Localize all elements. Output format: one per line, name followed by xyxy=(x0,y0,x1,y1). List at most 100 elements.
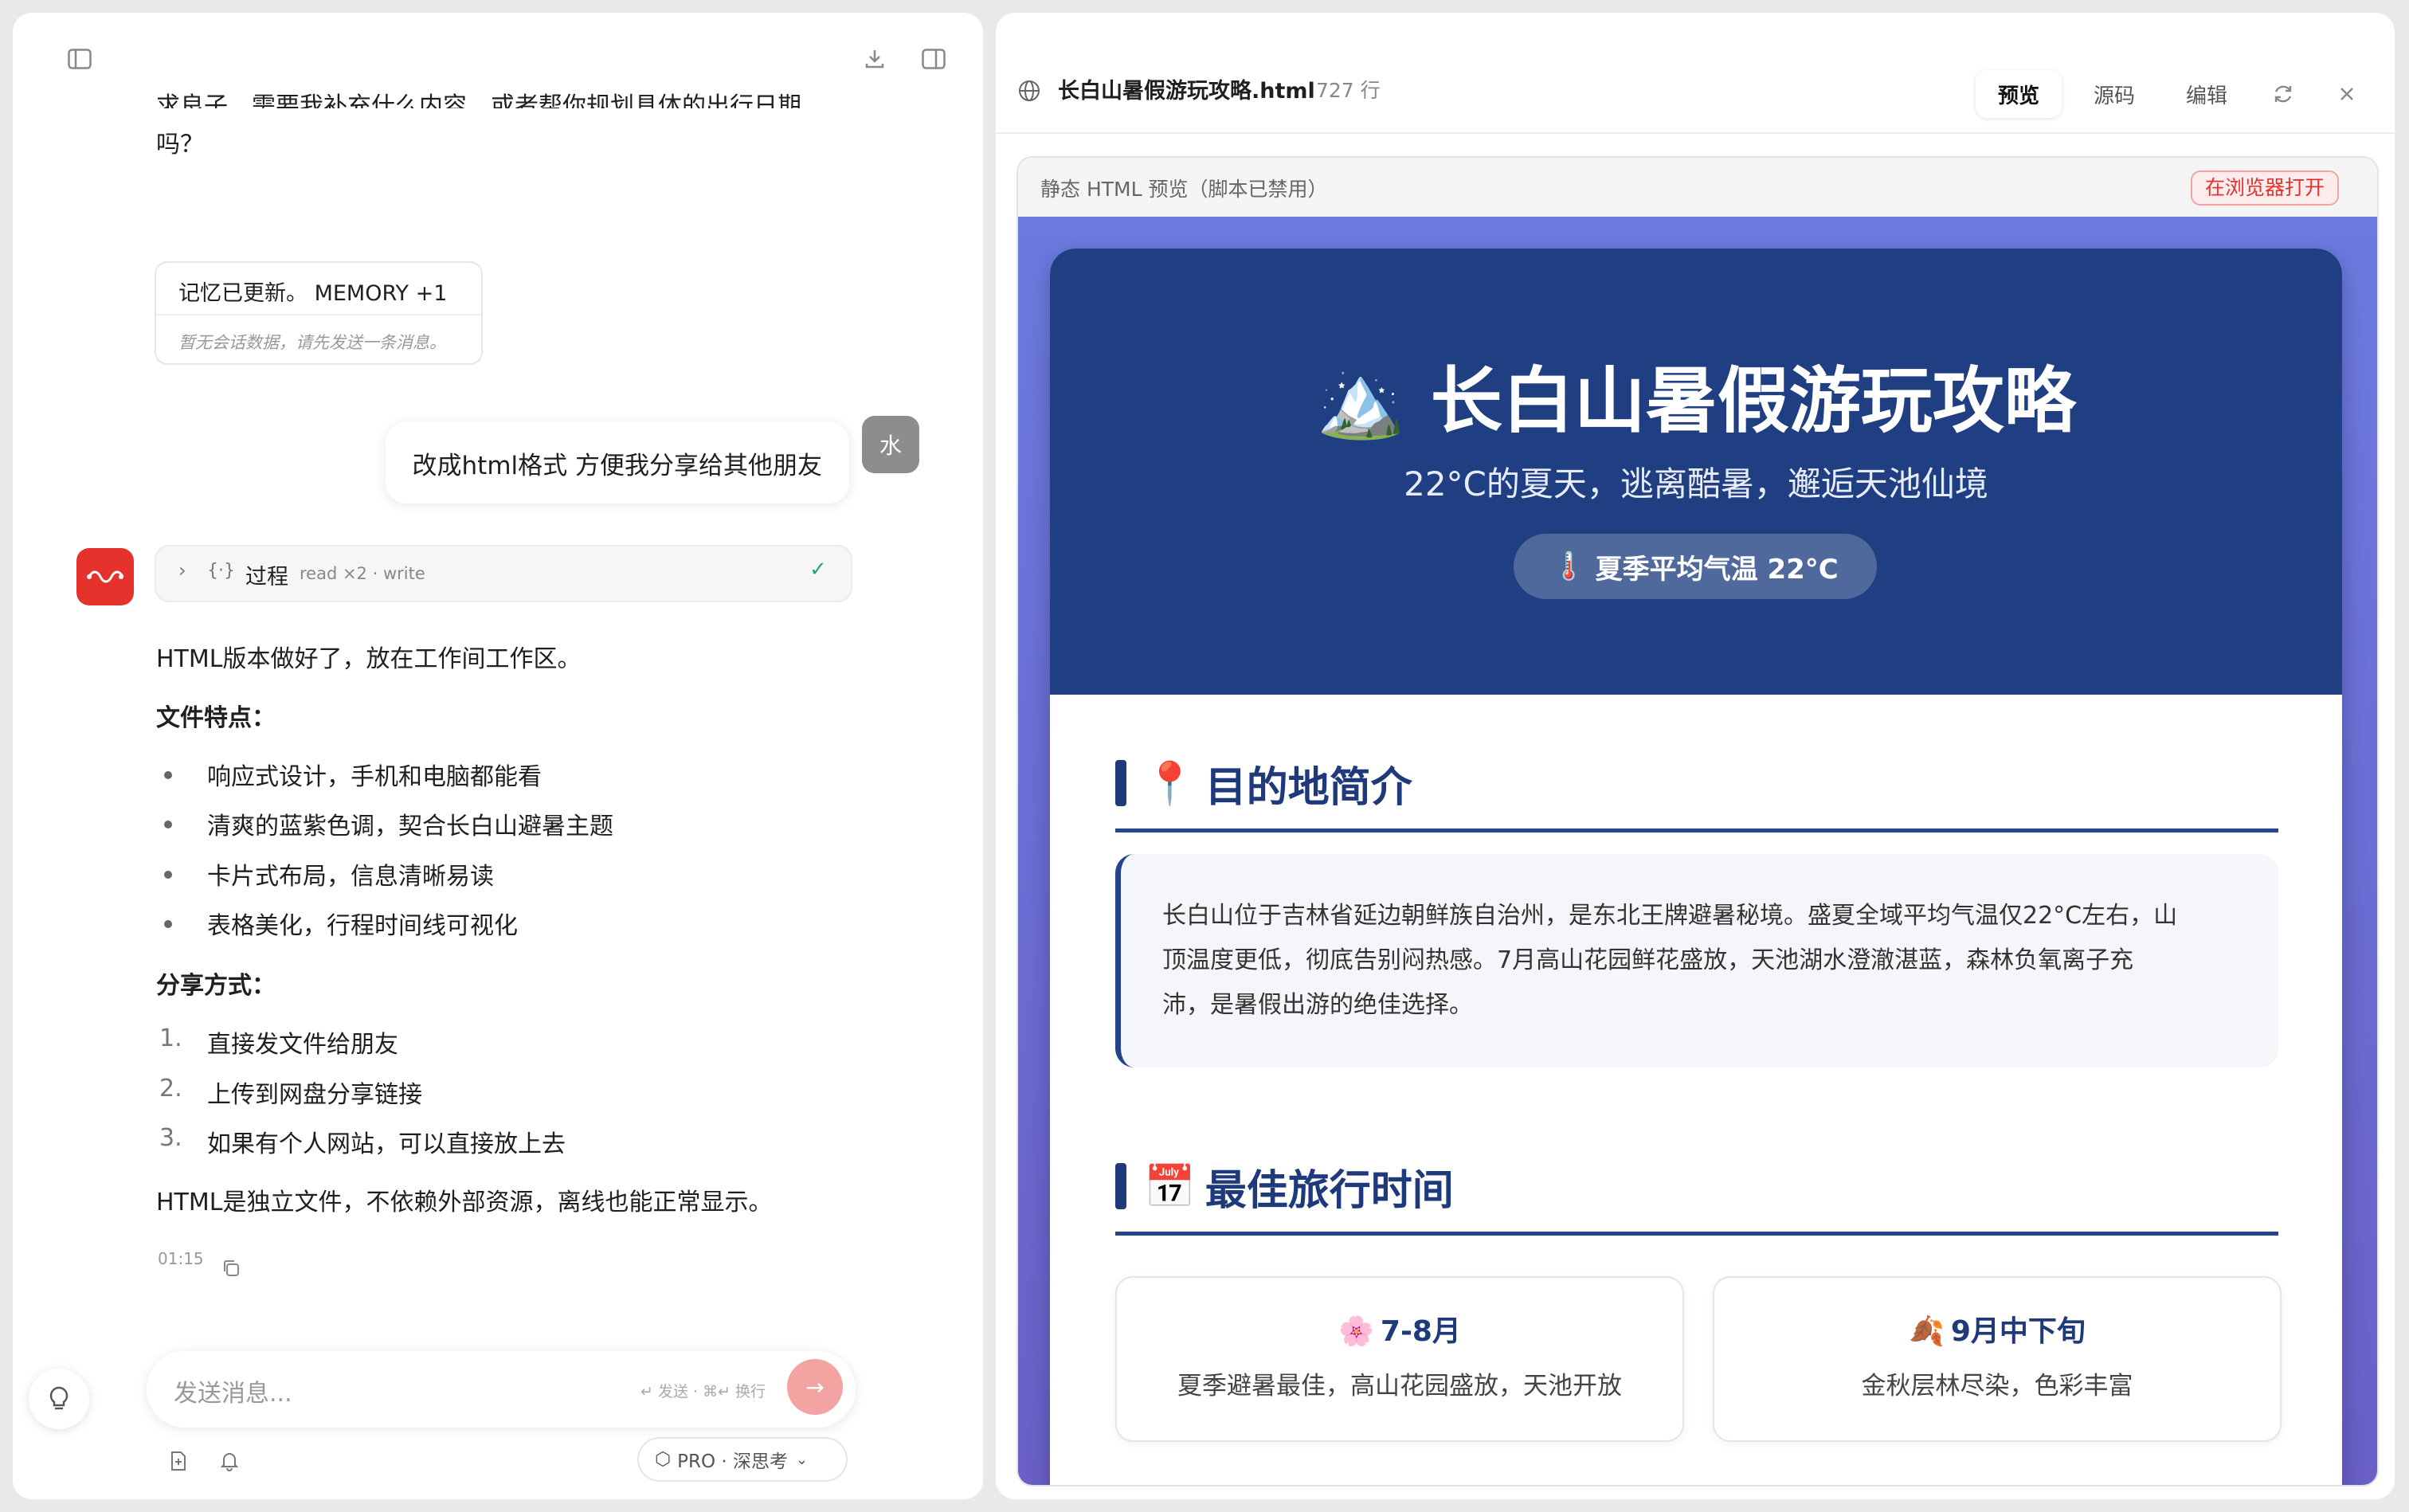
close-icon[interactable] xyxy=(2331,78,2363,110)
reply-outro: HTML是独立文件，不依赖外部资源，离线也能正常显示。 xyxy=(156,1189,773,1216)
time-card-title-text: 7-8月 xyxy=(1380,1315,1461,1348)
bell-icon[interactable] xyxy=(213,1445,245,1477)
lightbulb-icon[interactable] xyxy=(29,1369,89,1429)
tab-label: 编辑 xyxy=(2185,84,2227,108)
html-preview: 静态 HTML 预览（脚本已禁用） 在浏览器打开 🏔️ 长白山暑假游玩攻略 22… xyxy=(1016,156,2379,1487)
share-item: 上传到网盘分享链接 xyxy=(207,1081,422,1109)
chevron-right-icon: › xyxy=(178,559,186,582)
preview-toolbar: 静态 HTML 预览（脚本已禁用） 在浏览器打开 xyxy=(1018,158,2377,218)
share-title: 分享方式： xyxy=(156,972,276,1000)
tab-source[interactable]: 源码 xyxy=(2071,70,2157,118)
time-card: 🍂 9月中下旬 金秋层林尽染，色彩丰富 xyxy=(1713,1276,2282,1442)
reply-intro: HTML版本做好了，放在工作间工作区。 xyxy=(156,645,582,673)
hero-subtitle: 22°C的夏天，逃离酷暑，邂逅天池仙境 xyxy=(1404,464,1988,503)
section-title: 📅 最佳旅行时间 xyxy=(1144,1158,1454,1215)
temperature-badge: 🌡️ 夏季平均气温 22°C xyxy=(1514,534,1877,599)
copy-icon[interactable] xyxy=(215,1252,247,1284)
hero-banner: 🏔️ 长白山暑假游玩攻略 22°C的夏天，逃离酷暑，邂逅天池仙境 🌡️ 夏季平均… xyxy=(1050,249,2342,695)
section-marker xyxy=(1115,760,1126,806)
memory-subtext: 暂无会话数据，请先发送一条消息。 xyxy=(178,333,446,352)
bullet xyxy=(164,871,172,879)
chat-panel: 求良子，需要我补充什么内容，或者帮你规划具体的出行日期 吗？ 记忆已更新。 ME… xyxy=(13,13,983,1499)
mode-label: PRO · 深思考 xyxy=(677,1451,788,1472)
calendar-icon: 📅 xyxy=(1144,1162,1196,1211)
bullet xyxy=(164,821,172,828)
input-placeholder: 发送消息... xyxy=(174,1380,292,1408)
download-icon[interactable] xyxy=(852,37,897,81)
page-background: 🏔️ 长白山暑假游玩攻略 22°C的夏天，逃离酷暑，邂逅天池仙境 🌡️ 夏季平均… xyxy=(1018,217,2377,1485)
section-marker xyxy=(1115,1163,1126,1209)
share-item: 直接发文件给朋友 xyxy=(207,1031,398,1059)
process-toggle[interactable]: › {·} 过程 read ×2 · write ✓ xyxy=(155,545,852,602)
divider xyxy=(156,314,481,315)
preview-label: 静态 HTML 预览（脚本已禁用） xyxy=(1040,178,1328,201)
section-underline xyxy=(1115,1232,2278,1236)
intro-box: 长白山位于吉林省延边朝鲜族自治州，是东北王牌避暑秘境。盛夏全域平均气温仅22°C… xyxy=(1115,854,2278,1067)
send-button[interactable]: → xyxy=(787,1359,843,1415)
time-card-desc: 金秋层林尽染，色彩丰富 xyxy=(1861,1372,2133,1400)
refresh-icon[interactable] xyxy=(2267,78,2299,110)
check-icon: ✓ xyxy=(809,558,827,582)
intro-line: 沛，是暑假出游的绝佳选择。 xyxy=(1162,991,1473,1019)
tab-preview[interactable]: 预览 xyxy=(1976,70,2062,118)
message-input[interactable]: 发送消息... ↵ 发送 · ⌘↵ 换行 → xyxy=(147,1351,856,1428)
feature-item: 表格美化，行程时间线可视化 xyxy=(207,912,518,940)
section-underline xyxy=(1115,828,2278,832)
tab-label: 预览 xyxy=(1997,84,2039,108)
assistant-text-line: 求良子，需要我补充什么内容，或者帮你规划具体的出行日期 xyxy=(156,92,801,108)
message-time: 01:15 xyxy=(158,1249,204,1268)
assistant-avatar xyxy=(76,548,134,605)
user-avatar: 水 xyxy=(862,416,919,473)
time-card-desc: 夏季避暑最佳，高山花园盛放，天池开放 xyxy=(1177,1372,1622,1400)
list-number: 3. xyxy=(159,1124,182,1152)
list-number: 2. xyxy=(159,1075,182,1103)
section-title-text: 目的地简介 xyxy=(1204,763,1412,812)
file-name: 长白山暑假游玩攻略.html xyxy=(1058,79,1315,104)
section-title-text: 最佳旅行时间 xyxy=(1204,1166,1454,1215)
list-number: 1. xyxy=(159,1024,182,1052)
split-view-icon[interactable] xyxy=(911,37,956,81)
intro-line: 顶温度更低，彻底告别闷热感。7月高山花园鲜花盛放，天池湖水澄澈湛蓝，森林负氧离子… xyxy=(1162,946,2134,974)
memory-card: 记忆已更新。 MEMORY +1 暂无会话数据，请先发送一条消息。 xyxy=(155,261,483,365)
page-card: 🏔️ 长白山暑假游玩攻略 22°C的夏天，逃离酷暑，邂逅天池仙境 🌡️ 夏季平均… xyxy=(1050,249,2342,1485)
feature-item: 响应式设计，手机和电脑都能看 xyxy=(207,763,542,791)
attach-file-icon[interactable] xyxy=(163,1445,194,1477)
page-title: 长白山暑假游玩攻略 xyxy=(1430,359,2076,443)
intro-line: 长白山位于吉林省延边朝鲜族自治州，是东北王牌避暑秘境。盛夏全域平均气温仅22°C… xyxy=(1162,902,2178,930)
blossom-icon: 🌸 xyxy=(1338,1315,1374,1348)
time-card-title: 🍂 9月中下旬 xyxy=(1714,1308,2280,1349)
bullet xyxy=(164,771,172,779)
divider xyxy=(996,132,2395,134)
tab-edit[interactable]: 编辑 xyxy=(2164,70,2250,118)
badge-label: 夏季平均气温 22°C xyxy=(1595,553,1839,586)
cube-icon: ⬡ xyxy=(655,1449,672,1470)
thermometer-icon: 🌡️ xyxy=(1552,550,1586,582)
process-label: 过程 xyxy=(245,565,288,590)
input-hint: ↵ 发送 · ⌘↵ 换行 xyxy=(640,1383,766,1400)
time-card: 🌸 7-8月 夏季避暑最佳，高山花园盛放，天池开放 xyxy=(1115,1276,1684,1442)
chevron-down-icon: ⌄ xyxy=(795,1451,809,1468)
code-icon: {·} xyxy=(207,561,235,581)
section-title: 📍 目的地简介 xyxy=(1144,755,1412,812)
memory-title: 记忆已更新。 MEMORY +1 xyxy=(178,281,448,306)
mode-selector[interactable]: ⬡ PRO · 深思考 ⌄ xyxy=(637,1437,848,1482)
sidebar-toggle-icon[interactable] xyxy=(57,37,102,81)
leaf-icon: 🍂 xyxy=(1909,1315,1945,1348)
open-in-browser-button[interactable]: 在浏览器打开 xyxy=(2191,170,2340,206)
line-count: 727 行 xyxy=(1316,79,1381,102)
time-card-title-text: 9月中下旬 xyxy=(1950,1315,2086,1348)
assistant-text-line: 吗？ xyxy=(156,131,204,159)
user-message: 改成html格式 方便我分享给其他朋友 xyxy=(385,422,849,503)
process-detail: read ×2 · write xyxy=(300,564,425,583)
globe-icon xyxy=(1013,75,1045,107)
pin-icon: 📍 xyxy=(1144,759,1196,808)
time-card-title: 🌸 7-8月 xyxy=(1117,1308,1682,1349)
share-item: 如果有个人网站，可以直接放上去 xyxy=(207,1130,566,1158)
features-title: 文件特点： xyxy=(156,704,276,732)
hero-title: 🏔️ 长白山暑假游玩攻略 xyxy=(1050,343,2342,446)
feature-item: 清爽的蓝紫色调，契合长白山避暑主题 xyxy=(207,813,613,840)
file-preview-panel: 长白山暑假游玩攻略.html 727 行 预览 源码 编辑 静态 HTML 预览… xyxy=(996,13,2395,1499)
tab-label: 源码 xyxy=(2093,84,2135,108)
feature-item: 卡片式布局，信息清晰易读 xyxy=(207,863,494,891)
mountain-icon: 🏔️ xyxy=(1316,359,1406,443)
